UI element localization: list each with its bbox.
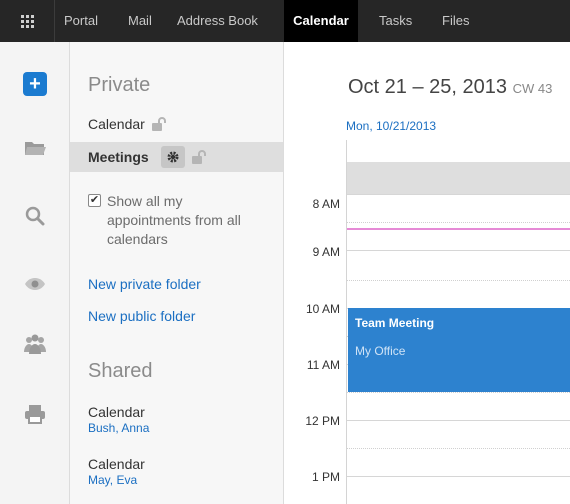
nav-portal[interactable]: Portal bbox=[64, 0, 98, 42]
folder-meetings[interactable]: Meetings bbox=[70, 142, 283, 172]
nav-address-book[interactable]: Address Book bbox=[177, 0, 258, 42]
hour-line bbox=[347, 194, 570, 195]
shared-calendar-name: Calendar bbox=[88, 404, 145, 420]
nav-files[interactable]: Files bbox=[442, 0, 469, 42]
half-hour-line bbox=[347, 280, 570, 281]
private-heading: Private bbox=[88, 74, 151, 96]
folder-calendar[interactable]: Calendar bbox=[88, 116, 169, 132]
tool-rail: + bbox=[0, 42, 70, 504]
search-icon bbox=[25, 206, 45, 226]
folder-label: Meetings bbox=[88, 149, 149, 165]
nav-mail[interactable]: Mail bbox=[128, 0, 152, 42]
new-appointment-button[interactable]: + bbox=[0, 72, 70, 96]
nav-calendar[interactable]: Calendar bbox=[284, 0, 358, 42]
nav-divider bbox=[54, 0, 55, 42]
shared-calendar-owner: Bush, Anna bbox=[88, 421, 150, 435]
appointment-location: My Office bbox=[355, 344, 406, 358]
shared-calendar-item[interactable]: Calendar Bush, Anna bbox=[88, 404, 149, 435]
top-navigation-bar: Portal Mail Address Book Calendar Tasks … bbox=[0, 0, 570, 42]
show-all-label: Show all my appointments from all calend… bbox=[107, 193, 241, 247]
view-options-button[interactable] bbox=[0, 277, 70, 291]
show-all-appointments-option[interactable]: ✔ Show all my appointments from all cale… bbox=[88, 192, 278, 249]
time-label: 8 AM bbox=[312, 197, 340, 211]
nav-tasks[interactable]: Tasks bbox=[379, 0, 412, 42]
add-icon: + bbox=[23, 72, 47, 96]
half-hour-line bbox=[347, 448, 570, 449]
time-label: 12 PM bbox=[305, 414, 340, 428]
gear-icon bbox=[167, 151, 179, 163]
users-icon bbox=[24, 334, 46, 354]
show-all-checkbox[interactable]: ✔ bbox=[88, 194, 101, 207]
time-label: 11 AM bbox=[306, 358, 340, 372]
all-day-area[interactable] bbox=[347, 162, 570, 194]
shared-calendar-owner: May, Eva bbox=[88, 473, 138, 487]
calendar-week-view: Oct 21 – 25, 2013 CW 43 Mon, 10/21/2013 … bbox=[284, 42, 570, 504]
day-header[interactable]: Mon, 10/21/2013 bbox=[346, 119, 436, 133]
shared-heading: Shared bbox=[88, 360, 153, 382]
current-time-indicator bbox=[347, 228, 570, 230]
eye-icon bbox=[25, 278, 45, 290]
app-launcher-button[interactable] bbox=[0, 0, 54, 42]
folder-settings-button[interactable] bbox=[160, 146, 185, 168]
time-label: 1 PM bbox=[311, 470, 340, 484]
shared-calendar-item[interactable]: Calendar May, Eva bbox=[88, 456, 145, 487]
hour-line bbox=[347, 250, 570, 251]
new-public-folder-link[interactable]: New public folder bbox=[88, 308, 195, 324]
hour-line bbox=[347, 420, 570, 421]
folder-label: Calendar bbox=[88, 116, 145, 132]
half-hour-line bbox=[347, 222, 570, 223]
search-button[interactable] bbox=[0, 206, 70, 226]
folder-tree-panel: Private Calendar Meetings ✔ Show all my … bbox=[70, 42, 284, 504]
shared-calendar-name: Calendar bbox=[88, 456, 145, 472]
half-hour-line bbox=[347, 392, 570, 393]
calendar-week: CW 43 bbox=[512, 81, 553, 96]
appointment-team-meeting[interactable]: Team Meeting My Office bbox=[348, 308, 570, 392]
hour-line bbox=[347, 476, 570, 477]
date-range: Oct 21 – 25, 2013 bbox=[348, 76, 508, 98]
folder-icon bbox=[25, 142, 46, 155]
print-icon bbox=[25, 405, 45, 424]
time-label: 10 AM bbox=[305, 302, 340, 316]
print-button[interactable] bbox=[0, 404, 70, 424]
new-private-folder-link[interactable]: New private folder bbox=[88, 276, 201, 292]
unlock-icon bbox=[151, 117, 166, 131]
date-range-title: Oct 21 – 25, 2013 CW 43 bbox=[348, 76, 552, 99]
scheduling-button[interactable] bbox=[0, 334, 70, 354]
unlock-icon bbox=[191, 150, 206, 164]
appointment-title: Team Meeting bbox=[355, 316, 435, 330]
folder-view-button[interactable] bbox=[0, 140, 70, 156]
time-label: 9 AM bbox=[312, 245, 340, 259]
grid-icon bbox=[20, 14, 34, 28]
